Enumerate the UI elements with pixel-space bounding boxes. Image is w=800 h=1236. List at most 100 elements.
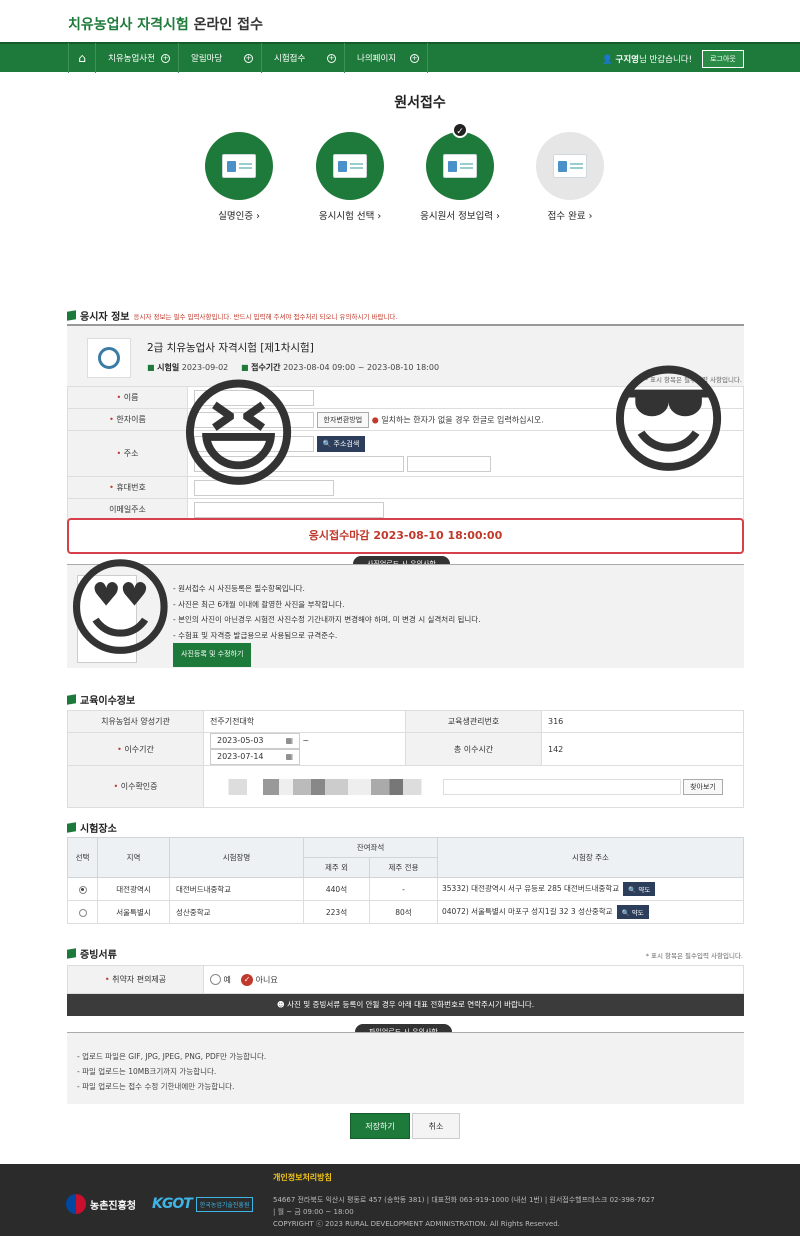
hanja-note: 일치하는 한자가 없을 경우 한글로 입력하십시오. <box>381 415 544 424</box>
section-sites: 시험장소 <box>67 820 117 835</box>
grinning-emoji-icon: 😆 <box>176 366 302 505</box>
user-name: 구지영 <box>615 55 639 65</box>
section-note: 응시자 정보는 필수 입력사항입니다. 반드시 입력해 주셔야 접수처리 되오니… <box>133 312 398 321</box>
check-icon: ✓ <box>452 122 468 138</box>
site-name: 대전버드내중학교 <box>169 877 304 901</box>
section-marker-icon <box>67 948 76 959</box>
step-identity: 실명인증 › <box>184 132 294 222</box>
user-icon: 👤 <box>602 55 613 65</box>
step-label: 응시시험 선택 › <box>318 211 382 222</box>
id-card-icon <box>553 154 587 178</box>
kgot-logo: KGOT 한국농업기술진흥원 <box>152 1196 254 1212</box>
nav-label: 알림마당 <box>191 54 223 64</box>
hours-label: 총 이수시간 <box>405 732 542 766</box>
step-label: 응시원서 정보입력 › <box>420 211 500 222</box>
section-marker-icon <box>67 822 76 833</box>
mgmt-label: 교육생관리번호 <box>405 710 542 733</box>
plus-icon: + <box>327 53 336 63</box>
nav-item-about[interactable]: 치유농업사전 + <box>96 43 179 73</box>
upload-notes-area: - 업로드 파일은 GIF, JPG, JPEG, PNG, PDF만 가능합니… <box>67 1032 744 1104</box>
step-circle <box>316 132 384 200</box>
address-search-button[interactable]: 🔍 주소검색 <box>316 435 366 452</box>
site-radio[interactable] <box>78 885 87 894</box>
logout-button[interactable]: 로그아웃 <box>702 50 744 68</box>
privacy-link[interactable]: 개인정보처리방침 <box>273 1172 332 1183</box>
seats-outside: 440석 <box>303 877 370 901</box>
contact-notice: ☻ 사진 및 증빙서류 등록이 안될 경우 아래 대표 전화번호로 연락주시기 … <box>67 994 744 1016</box>
end-date-input[interactable]: 2023-07-14 <box>210 749 300 765</box>
main-navbar: ⌂ 치유농업사전 + 알림마당 + 시험접수 + 나의페이지 + 👤 구지영님 반갑습니… <box>0 42 800 73</box>
step-application-info: ✓ 응시원서 정보입력 › <box>405 122 515 222</box>
id-card-icon <box>222 154 256 178</box>
taegeuk-icon <box>66 1194 86 1214</box>
col-select: 선택 <box>67 837 98 878</box>
nav-label: 치유농업사전 <box>108 54 155 64</box>
seats-jeju: 80석 <box>369 900 438 924</box>
site-title[interactable]: 치유농업사 자격시험 온라인 접수 <box>68 14 263 34</box>
col-jeju-only: 제주 전용 <box>369 857 438 878</box>
option-no-label: 아니요 <box>255 975 278 984</box>
col-seats: 잔여좌석 <box>303 837 438 858</box>
list-item: - 원서접수 시 사진등록은 필수항목입니다. <box>173 584 305 593</box>
period-value: 2023-08-04 09:00 ~ 2023-08-10 18:00 <box>283 363 440 372</box>
education-table: 치유농업사 양성기관 전주기전대학 교육생관리번호 316 • 이수기간 202… <box>67 710 744 808</box>
site-address-cell: 35332) 대전광역시 서구 유등로 285 대전버드내중학교 🔍 약도 <box>437 877 744 901</box>
upload-notes: - 업로드 파일은 GIF, JPG, JPEG, PNG, PDF만 가능합니… <box>77 1049 266 1094</box>
address-detail-input[interactable] <box>406 455 491 472</box>
period-label: • 이수기간 <box>67 732 204 766</box>
docs-table: • 취약자 편의제공 예 ✓ 아니요 <box>67 965 744 994</box>
step-exam-select: 응시시험 선택 › <box>295 132 405 222</box>
start-date-input[interactable]: 2023-05-03 <box>210 733 300 749</box>
map-button[interactable]: 🔍 약도 <box>623 882 656 896</box>
site-title-suffix: 온라인 접수 <box>188 17 263 33</box>
form-icon <box>443 154 477 178</box>
plus-icon: + <box>244 53 253 63</box>
address-label: • 주소 <box>67 430 188 477</box>
home-icon[interactable]: ⌂ <box>68 43 96 73</box>
file-input[interactable] <box>442 778 681 795</box>
nav-item-notice[interactable]: 알림마당 + <box>179 43 262 73</box>
section-title: 증빙서류 <box>80 950 117 961</box>
browse-button[interactable]: 찾아보기 <box>683 778 723 795</box>
plus-icon: + <box>410 53 419 63</box>
footer-line: | 월 ~ 금 09:00 ~ 18:00 <box>273 1208 354 1216</box>
photo-upload-button[interactable]: 사진등록 및 수정하기 <box>173 643 252 667</box>
required-note: * 표시 항목은 필수입력 사항입니다. <box>645 952 743 960</box>
section-title: 시험장소 <box>80 824 117 835</box>
exam-title: 2급 치유농업사 자격시험 [제1차시험] <box>147 342 314 354</box>
hanja-convert-button[interactable]: 한자변환방법 <box>316 411 370 428</box>
cancel-button[interactable]: 취소 <box>412 1113 460 1139</box>
site-address: 35332) 대전광역시 서구 유등로 285 대전버드내중학교 <box>442 884 620 893</box>
seats-outside: 223석 <box>303 900 370 924</box>
map-button[interactable]: 🔍 약도 <box>616 905 649 919</box>
col-address: 시험장 주소 <box>437 837 744 878</box>
org-label: 치유농업사 양성기관 <box>67 710 204 733</box>
file-path-blurred <box>210 778 440 795</box>
cert-label: • 이수확인증 <box>67 765 204 808</box>
site-radio[interactable] <box>78 908 87 917</box>
exam-search-icon <box>87 338 131 378</box>
step-circle: ✓ <box>426 122 494 200</box>
option-no-check-icon[interactable]: ✓ <box>241 973 254 986</box>
greeting-text: 님 반갑습니다! <box>638 55 692 65</box>
table-row: 대전광역시 대전버드내중학교 440석 - 35332) 대전광역시 서구 유등… <box>67 877 744 901</box>
save-button[interactable]: 저장하기 <box>350 1113 410 1139</box>
section-education: 교육이수정보 <box>67 692 135 707</box>
user-greeting: 👤 구지영님 반갑습니다! <box>602 53 692 65</box>
step-complete: 접수 완료 › <box>515 132 625 222</box>
list-item: - 수험표 및 자격증 발급용으로 사용됨으로 규격준수. <box>173 630 338 640</box>
option-yes-radio[interactable] <box>210 974 221 985</box>
footer-info: 54667 전라북도 익산시 평동로 457 (송학동 381) | 대표전화 … <box>273 1194 655 1230</box>
rda-logo: 농촌진흥청 <box>66 1194 136 1214</box>
smile-icon: ☻ <box>276 1000 285 1009</box>
name-label: • 이름 <box>67 386 188 409</box>
step-circle <box>536 132 604 200</box>
nav-item-mypage[interactable]: 나의페이지 + <box>345 43 428 73</box>
nav-label: 시험접수 <box>274 54 306 64</box>
site-footer: 농촌진흥청 KGOT 한국농업기술진흥원 개인정보처리방침 54667 전라북도 … <box>0 1164 800 1236</box>
col-site-name: 시험장명 <box>169 837 304 878</box>
step-label: 실명인증 › <box>218 211 260 222</box>
document-pen-icon <box>333 154 367 178</box>
org-value: 전주기전대학 <box>203 710 406 733</box>
nav-item-exam-apply[interactable]: 시험접수 + <box>262 43 345 73</box>
